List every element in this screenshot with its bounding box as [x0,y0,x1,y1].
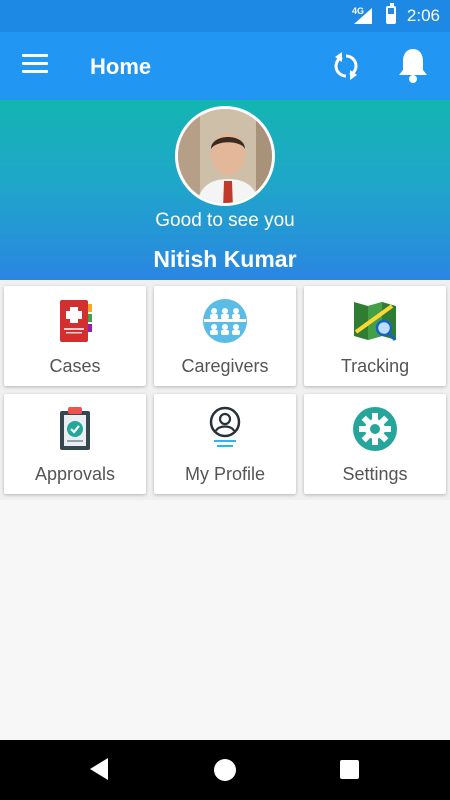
status-bar: 4G 2:06 [0,0,450,32]
home-icon[interactable] [214,759,236,781]
profile-user-icon [209,406,241,447]
tile-approvals[interactable]: Approvals [4,394,146,494]
tile-label: Settings [342,464,408,484]
empty-content-area [0,500,450,740]
battery-icon [386,3,396,24]
profile-header: Good to see you Nitish Kumar [0,100,450,280]
sync-icon[interactable] [330,50,362,82]
system-navigation-bar [0,740,450,800]
back-icon[interactable] [90,758,108,780]
medical-binder-icon [60,300,92,342]
tile-my-profile[interactable]: My Profile [154,394,296,494]
caregivers-group-icon [203,299,247,343]
tile-label: Tracking [340,356,410,376]
tile-label: Cases [49,356,101,376]
settings-gear-icon [353,407,397,451]
tile-label: My Profile [184,464,265,484]
avatar [175,106,275,206]
tile-settings[interactable]: Settings [304,394,446,494]
user-name: Nitish Kumar [153,246,297,272]
notification-bell-icon[interactable] [396,46,430,84]
tile-label: Caregivers [181,356,269,376]
tile-label: Approvals [34,464,116,484]
map-tracking-icon [354,302,397,341]
greeting-text: Good to see you [155,210,295,231]
tile-caregivers[interactable]: Caregivers [154,286,296,386]
network-type: 4G [352,6,365,16]
menu-grid: Cases Caregivers Tracking Approvals My P… [0,280,450,500]
status-time: 2:06 [406,6,440,25]
hamburger-menu-icon[interactable] [22,54,48,76]
tile-tracking[interactable]: Tracking [304,286,446,386]
profile-photo [178,109,272,203]
clipboard-check-icon [60,407,90,450]
page-title: Home [90,54,152,79]
recent-apps-icon[interactable] [340,760,359,779]
app-bar: Home [0,32,450,100]
tile-cases[interactable]: Cases [4,286,146,386]
